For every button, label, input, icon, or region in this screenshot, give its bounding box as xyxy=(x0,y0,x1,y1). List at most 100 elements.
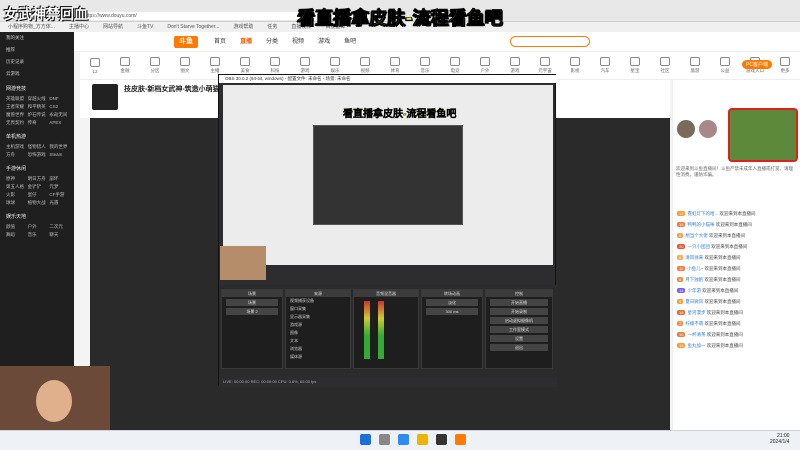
chat-username[interactable]: 鱼丸加一 xyxy=(687,343,705,348)
source-item[interactable]: 窗口采集 xyxy=(286,305,350,313)
category-item[interactable]: 元宇宙 xyxy=(531,57,559,74)
category-item[interactable]: 游戏 xyxy=(291,57,319,74)
sidebar-link[interactable]: 金铲铲 xyxy=(28,184,47,190)
volume-meter[interactable] xyxy=(378,301,384,359)
sidebar-link[interactable]: 英雄联盟 xyxy=(6,96,25,102)
category-item[interactable]: 12 xyxy=(81,57,109,74)
chat-username[interactable]: 霓虹灯下的哈... xyxy=(687,211,718,216)
sidebar-link[interactable]: 穿越火线 xyxy=(28,96,47,102)
nav-link[interactable]: 首页 xyxy=(214,36,226,48)
control-button[interactable]: 开始直播 xyxy=(490,299,548,306)
avatar[interactable] xyxy=(699,120,717,138)
sidebar-link[interactable]: 蛋仔 xyxy=(28,192,47,198)
category-item[interactable]: 主播 xyxy=(201,57,229,74)
sidebar-link[interactable]: 第五人格 xyxy=(6,184,25,190)
nav-link[interactable]: 直播 xyxy=(240,36,252,48)
source-item[interactable]: 视频捕获设备 xyxy=(286,297,350,305)
transition-duration[interactable]: 300 ms xyxy=(426,308,478,315)
sidebar-link[interactable]: 魔兽世界 xyxy=(6,112,25,118)
sidebar-link[interactable]: 户外 xyxy=(28,224,47,230)
pc-client-button[interactable]: PC客户端 xyxy=(742,60,772,69)
bookmark-link[interactable]: Don't Starve Together... xyxy=(167,22,219,32)
chat-username[interactable]: 少年游 xyxy=(687,288,701,293)
sidebar-link[interactable]: APEX xyxy=(49,120,68,126)
source-item[interactable]: 图像 xyxy=(286,329,350,337)
sidebar-link[interactable]: 二次元 xyxy=(49,224,68,230)
sidebar-link[interactable]: 颜值 xyxy=(6,224,25,230)
category-item[interactable]: 社区 xyxy=(651,57,679,74)
category-item[interactable]: 游戏 xyxy=(501,57,529,74)
category-item[interactable]: 更多 xyxy=(771,57,799,74)
search-icon[interactable] xyxy=(379,434,390,445)
bookmark-link[interactable]: 网站导航 xyxy=(103,22,123,32)
control-button[interactable]: 退出 xyxy=(490,344,548,351)
category-item[interactable]: 娱乐 xyxy=(321,57,349,74)
folder-icon[interactable] xyxy=(417,434,428,445)
douyu-logo[interactable]: 斗鱼 xyxy=(174,36,198,48)
category-item[interactable]: 分区 xyxy=(141,57,169,74)
category-item[interactable]: 电竞 xyxy=(441,57,469,74)
category-item[interactable]: 体育 xyxy=(381,57,409,74)
sidebar-link[interactable]: 无畏契约 xyxy=(6,120,25,126)
source-item[interactable]: 显示器采集 xyxy=(286,313,350,321)
sidebar-link[interactable]: CF手游 xyxy=(49,192,68,198)
sidebar-link[interactable]: 元梦 xyxy=(49,184,68,190)
chat-username[interactable]: 想当个大佬 xyxy=(685,233,708,238)
sidebar-item[interactable]: 推荐 xyxy=(0,44,74,56)
category-item[interactable]: 汽车 xyxy=(591,57,619,74)
scene-item[interactable]: 场景 2 xyxy=(226,308,278,315)
sidebar-link[interactable]: 方舟 xyxy=(6,152,25,158)
highlighted-gift-panel[interactable] xyxy=(728,108,798,162)
sidebar-link[interactable]: 王者荣耀 xyxy=(6,104,25,110)
category-item[interactable]: 视频 xyxy=(351,57,379,74)
chat-username[interactable]: 月下独酌 xyxy=(685,277,703,282)
douyu-icon[interactable] xyxy=(455,434,466,445)
avatar[interactable] xyxy=(677,120,695,138)
source-item[interactable]: 媒体源 xyxy=(286,353,350,361)
sidebar-item[interactable]: 我的关注 xyxy=(0,32,74,44)
sidebar-link[interactable]: 球球 xyxy=(6,200,25,206)
sidebar-link[interactable]: 传奇 xyxy=(28,120,47,126)
category-item[interactable]: 图文 xyxy=(171,57,199,74)
sidebar-link[interactable]: 明日方舟 xyxy=(28,176,47,182)
source-item[interactable]: 浏览器 xyxy=(286,345,350,353)
control-button[interactable]: 设置 xyxy=(490,335,548,342)
sidebar-link[interactable]: Steam xyxy=(49,152,68,158)
category-item[interactable]: 美食 xyxy=(231,57,259,74)
sidebar-link[interactable]: 和平精英 xyxy=(28,104,47,110)
nav-link[interactable]: 游戏 xyxy=(318,36,330,48)
sidebar-link[interactable]: 聊天 xyxy=(49,232,68,238)
source-item[interactable]: 文本 xyxy=(286,337,350,345)
category-item[interactable]: 金融 xyxy=(111,57,139,74)
scene-item[interactable]: 场景 xyxy=(226,299,278,306)
chat-username[interactable]: 柠檬不萌 xyxy=(685,321,703,326)
edge-icon[interactable] xyxy=(398,434,409,445)
sidebar-link[interactable]: DNF xyxy=(49,96,68,102)
sidebar-link[interactable]: 植物大战 xyxy=(28,200,47,206)
sidebar-item[interactable]: 云游戏 xyxy=(0,68,74,80)
sidebar-link[interactable]: 原神 xyxy=(6,176,25,182)
sidebar-link[interactable]: 音乐 xyxy=(28,232,47,238)
nav-link[interactable]: 视频 xyxy=(292,36,304,48)
control-button[interactable]: 启动虚拟摄像机 xyxy=(490,317,548,324)
volume-meter[interactable] xyxy=(364,301,370,359)
sidebar-link[interactable]: 炉石传说 xyxy=(28,112,47,118)
windows-start-icon[interactable] xyxy=(360,434,371,445)
category-item[interactable]: 星宝 xyxy=(621,57,649,74)
chat-username[interactable]: 夏日微风 xyxy=(685,299,703,304)
sidebar-link[interactable]: 崩坏 xyxy=(49,176,68,182)
chat-username[interactable]: 一杯清茶 xyxy=(687,332,705,337)
category-item[interactable]: 音乐 xyxy=(411,57,439,74)
chat-username[interactable]: 鸭鸭的小猫咪 xyxy=(687,222,714,227)
category-item[interactable]: 户外 xyxy=(471,57,499,74)
category-item[interactable]: 旅游 xyxy=(681,57,709,74)
search-input[interactable] xyxy=(510,36,590,47)
sidebar-link[interactable]: 光遇 xyxy=(49,200,68,206)
sidebar-link[interactable]: 永劫无间 xyxy=(49,112,68,118)
chat-username[interactable]: 清风徐来 xyxy=(685,255,703,260)
sidebar-link[interactable]: CS2 xyxy=(49,104,68,110)
streamer-avatar[interactable] xyxy=(92,84,118,110)
sidebar-link[interactable]: 舞蹈 xyxy=(6,232,25,238)
nav-link[interactable]: 分类 xyxy=(266,36,278,48)
sidebar-link[interactable]: 火影 xyxy=(6,192,25,198)
